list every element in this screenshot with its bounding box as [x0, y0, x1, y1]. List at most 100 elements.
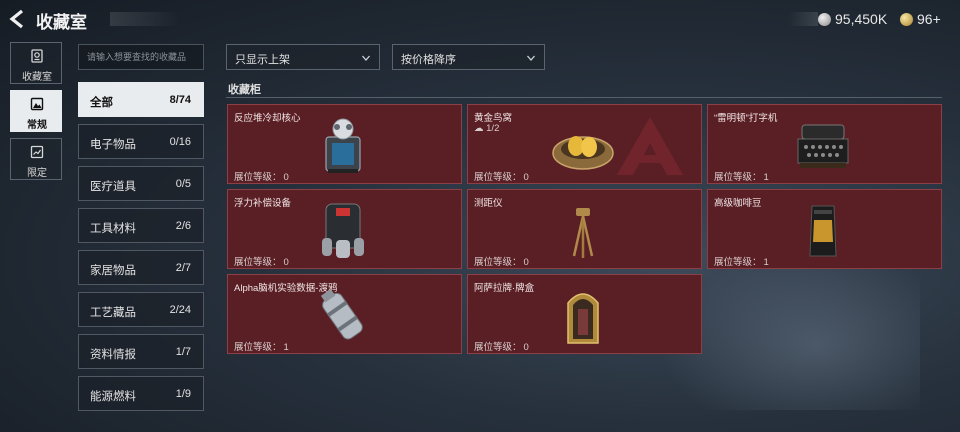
gold-currency[interactable]: 96+	[900, 10, 941, 28]
category-count: 2/24	[169, 304, 191, 316]
top-bar: 收藏室 95,450K 96+	[0, 0, 960, 38]
item-progress-value: 1/2	[486, 123, 500, 134]
item-name: 反应堆冷却核心	[234, 113, 301, 124]
category-count: 0/5	[175, 178, 191, 190]
category-intel[interactable]: 资料情报 1/7	[78, 334, 204, 369]
item-name: 浮力补偿设备	[234, 198, 292, 209]
rail-label: 限定	[27, 168, 47, 179]
item-progress: ☁ 1/2	[474, 123, 499, 134]
rangefinder-icon	[572, 208, 594, 258]
image-icon	[30, 97, 44, 111]
sort-value: 按价格降序	[401, 54, 456, 66]
silver-coin-icon	[818, 12, 831, 26]
category-count: 8/74	[169, 94, 191, 106]
booth-level: 展位等级： 1	[714, 254, 769, 268]
section-divider	[226, 97, 942, 98]
category-household[interactable]: 家居物品 2/7	[78, 250, 204, 285]
category-tools[interactable]: 工具材料 2/6	[78, 208, 204, 243]
category-name: 电子物品	[90, 139, 136, 151]
booth-level: 展位等级： 0	[474, 254, 529, 268]
booth-level-value: 0	[283, 257, 289, 268]
booth-level-value: 0	[283, 172, 289, 183]
category-count: 2/6	[175, 220, 191, 232]
collection-card[interactable]: 高级咖啡豆 展位等级： 1	[707, 189, 942, 269]
card-box-icon	[567, 293, 599, 344]
limited-icon	[30, 145, 44, 159]
category-name: 家居物品	[90, 265, 136, 277]
category-name: 工艺藏品	[90, 307, 136, 319]
booth-level-value: 1	[763, 257, 769, 268]
item-name: 测距仪	[474, 198, 503, 209]
title-decoration	[110, 12, 180, 26]
booth-level-label: 展位等级：	[714, 257, 762, 268]
category-energy[interactable]: 能源燃料 1/9	[78, 376, 204, 411]
booth-level: 展位等级： 1	[234, 339, 289, 353]
category-medical[interactable]: 医疗道具 0/5	[78, 166, 204, 201]
item-name: “雷明顿”打字机	[714, 113, 778, 124]
booth-level-label: 展位等级：	[234, 342, 282, 353]
buoyancy-device-icon	[322, 203, 364, 258]
category-count: 2/7	[175, 262, 191, 274]
collection-card[interactable]: Alpha脑机实验数据-渡鸦 展位等级： 1	[227, 274, 462, 354]
category-crafts[interactable]: 工艺藏品 2/24	[78, 292, 204, 327]
collection-card[interactable]: 阿萨拉牌·牌盒 展位等级： 0	[467, 274, 702, 354]
category-name: 资料情报	[90, 349, 136, 361]
booth-level: 展位等级： 1	[714, 169, 769, 183]
booth-level-label: 展位等级：	[474, 172, 522, 183]
shelf-filter-value: 只显示上架	[235, 54, 290, 66]
collection-card[interactable]: 测距仪 展位等级： 0	[467, 189, 702, 269]
coffee-bag-icon	[809, 205, 837, 257]
booth-level: 展位等级： 0	[474, 339, 529, 353]
booth-level: 展位等级： 0	[474, 169, 529, 183]
category-all[interactable]: 全部 8/74	[78, 82, 204, 117]
chevron-down-icon	[362, 55, 370, 61]
rail-label: 收藏室	[22, 72, 52, 83]
section-title: 收藏柜	[228, 84, 261, 96]
booth-level-value: 0	[523, 342, 529, 353]
rail-item-regular[interactable]: 常规	[10, 90, 62, 132]
chevron-down-icon	[527, 55, 535, 61]
back-arrow-icon	[9, 9, 23, 29]
collection-card[interactable]: 浮力补偿设备 展位等级： 0	[227, 189, 462, 269]
typewriter-icon	[797, 124, 849, 168]
booth-level-label: 展位等级：	[714, 172, 762, 183]
silver-currency: 95,450K	[818, 10, 887, 28]
category-count: 1/7	[175, 346, 191, 358]
shelf-filter-dropdown[interactable]: 只显示上架	[226, 44, 380, 70]
booth-level: 展位等级： 0	[234, 254, 289, 268]
booth-level-label: 展位等级：	[474, 257, 522, 268]
page-title: 收藏室	[36, 13, 87, 32]
back-button[interactable]	[8, 8, 28, 30]
rail-item-collection-room[interactable]: 收藏室	[10, 42, 62, 84]
category-name: 能源燃料	[90, 391, 136, 403]
gold-amount: 96+	[917, 11, 941, 27]
silver-amount: 95,450K	[835, 11, 888, 27]
booth-level-value: 1	[283, 342, 289, 353]
collection-card[interactable]: 反应堆冷却核心 展位等级： 0	[227, 104, 462, 184]
item-name: 高级咖啡豆	[714, 198, 762, 209]
data-canister-icon	[320, 288, 363, 340]
booth-level-label: 展位等级：	[234, 257, 282, 268]
item-name: 黄金鸟窝	[474, 113, 513, 124]
golden-nest-icon	[552, 136, 614, 170]
booth-level-value: 0	[523, 172, 529, 183]
collection-card[interactable]: “雷明顿”打字机 展位等级： 1	[707, 104, 942, 184]
booth-level-label: 展位等级：	[234, 172, 282, 183]
category-count: 1/9	[175, 388, 191, 400]
category-name: 全部	[90, 97, 113, 109]
rail-item-limited[interactable]: 限定	[10, 138, 62, 180]
category-name: 工具材料	[90, 223, 136, 235]
item-name: 阿萨拉牌·牌盒	[474, 283, 535, 294]
gold-coin-icon	[900, 12, 913, 26]
booth-level-value: 0	[523, 257, 529, 268]
booth-level-label: 展位等级：	[474, 342, 522, 353]
sort-dropdown[interactable]: 按价格降序	[392, 44, 545, 70]
booth-level: 展位等级： 0	[234, 169, 289, 183]
currency-decoration	[788, 12, 818, 26]
category-electronics[interactable]: 电子物品 0/16	[78, 124, 204, 159]
rail-label: 常规	[27, 120, 47, 131]
collection-card[interactable]: 黄金鸟窝 ☁ 1/2 展位等级： 0	[467, 104, 702, 184]
search-input[interactable]	[78, 44, 204, 70]
category-name: 医疗道具	[90, 181, 136, 193]
reactor-core-icon	[325, 118, 361, 173]
